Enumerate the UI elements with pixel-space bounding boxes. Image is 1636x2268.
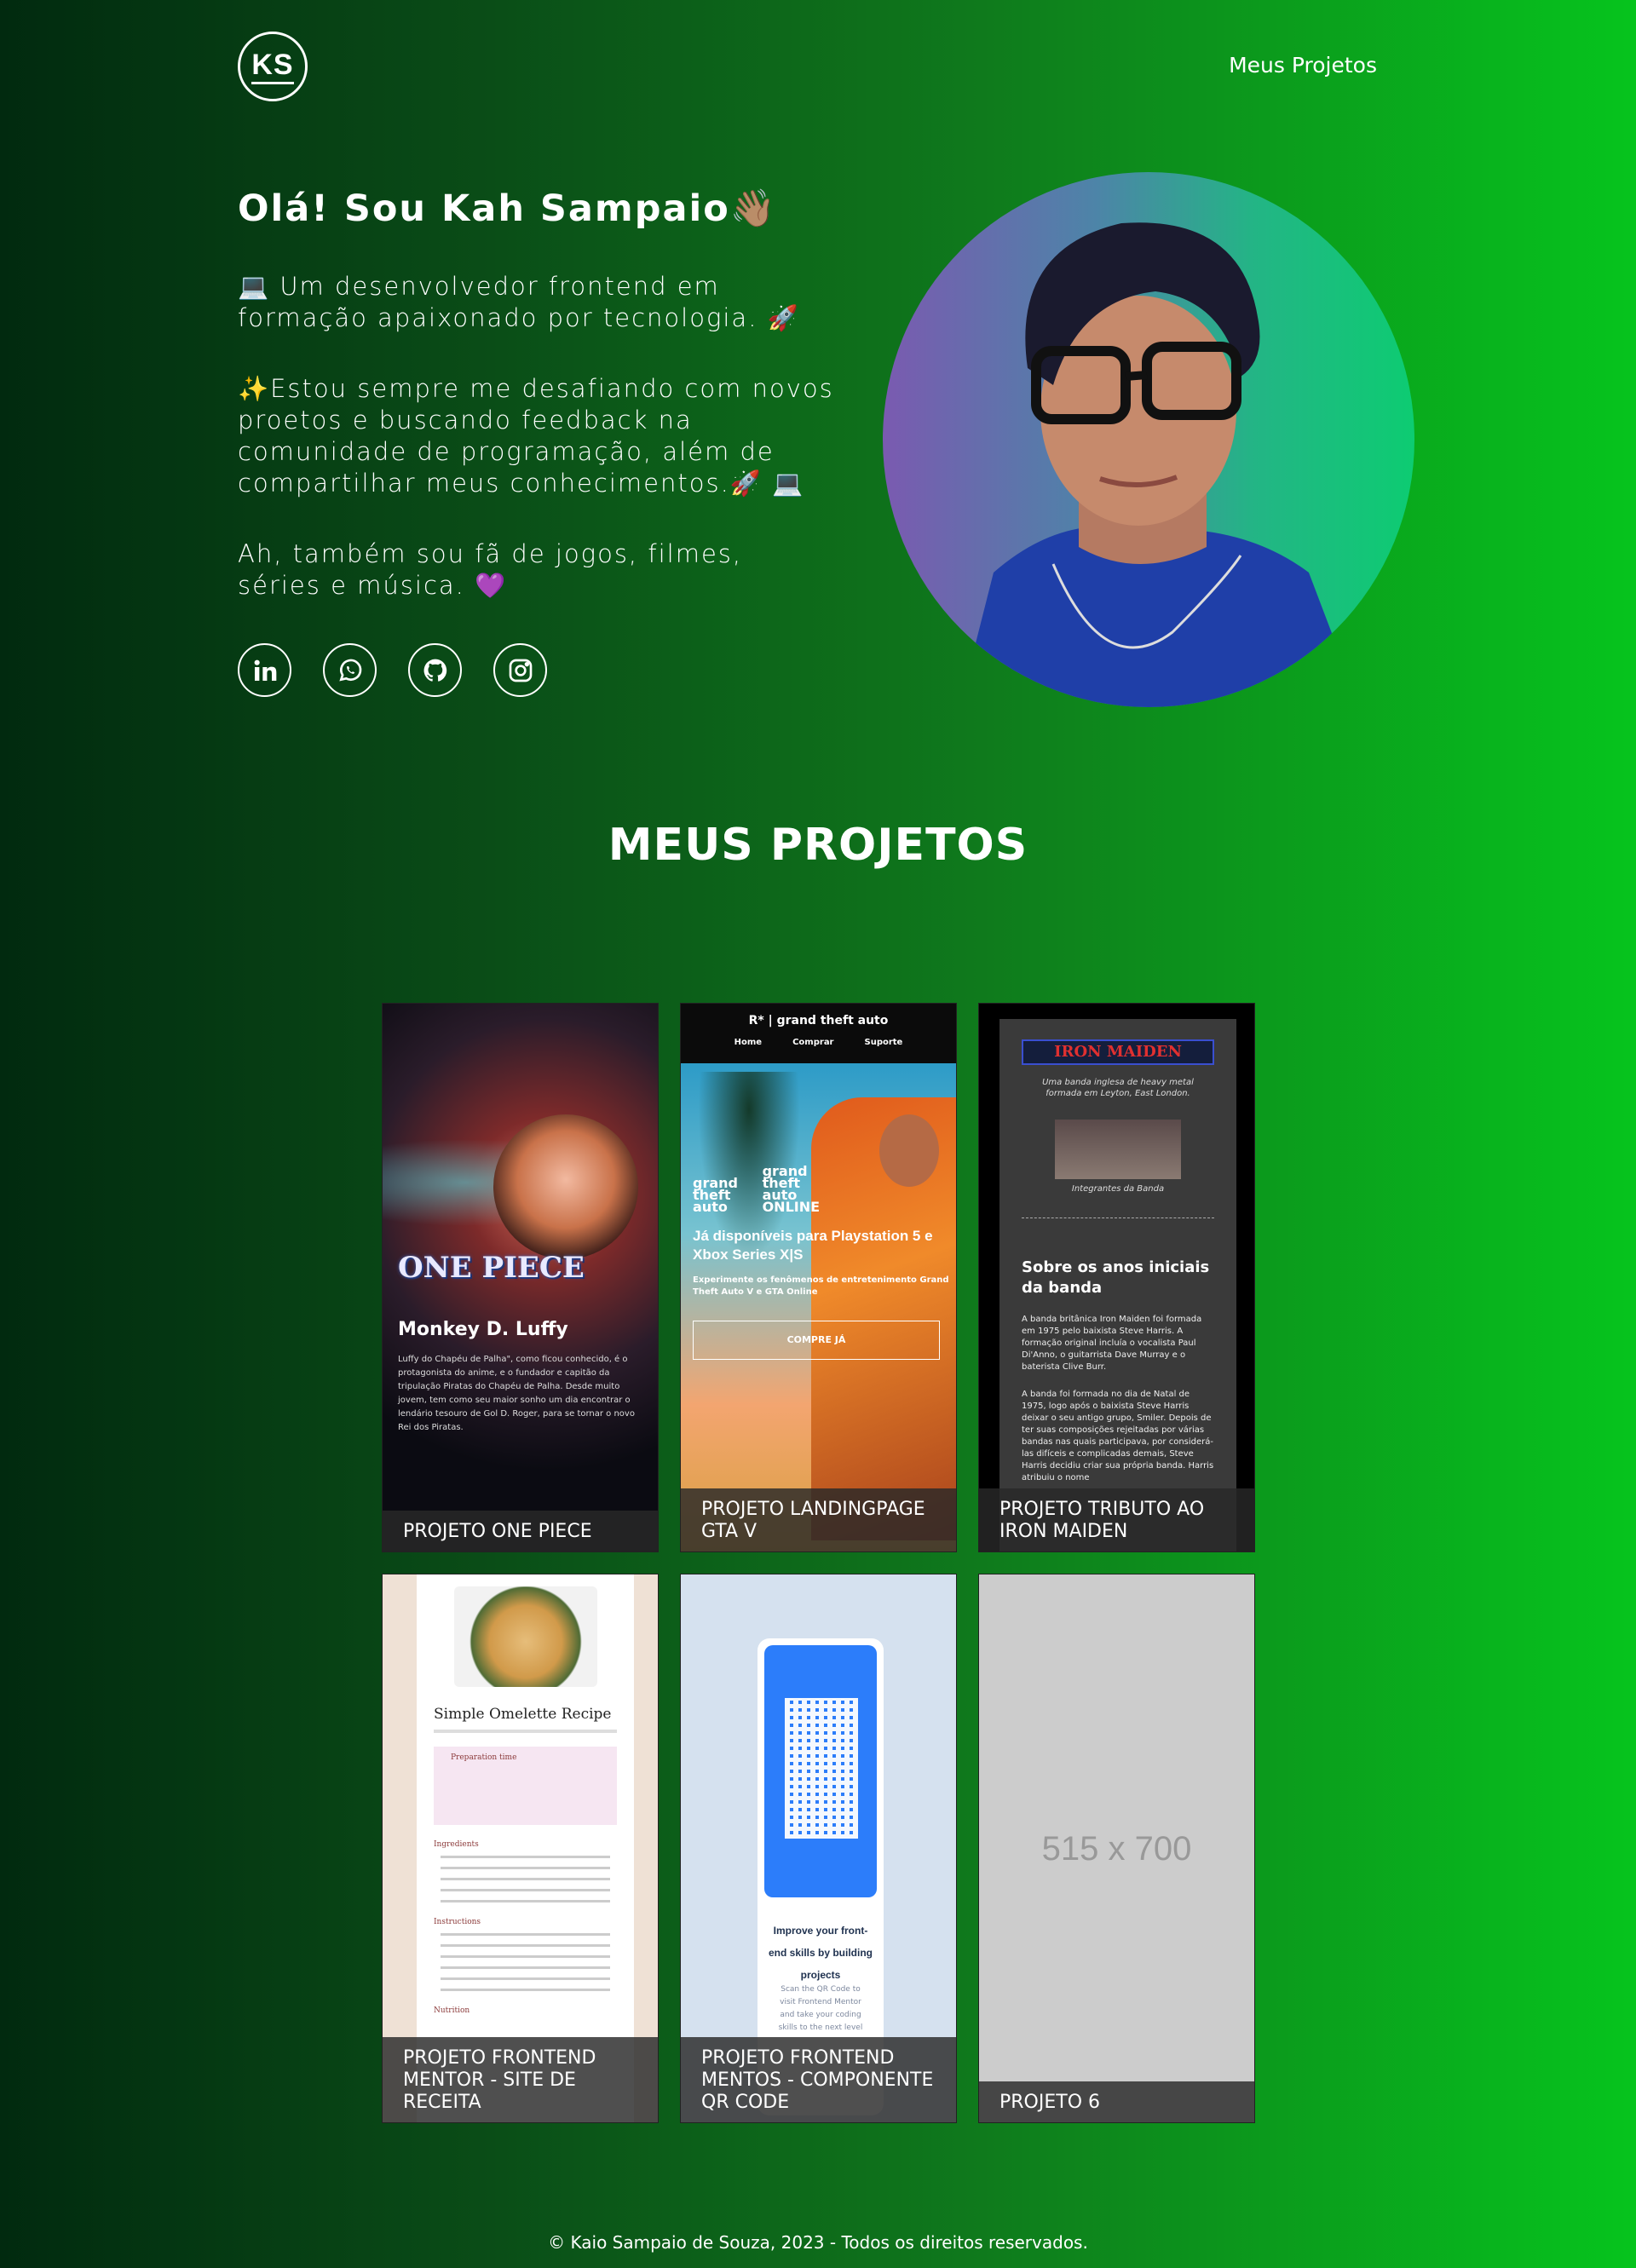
iron-maiden-desc: Uma banda inglesa de heavy metal formada… (1042, 1078, 1194, 1098)
instagram-link[interactable] (493, 643, 547, 697)
project-caption: PROJETO FRONTEND MENTOR - SITE DE RECEIT… (383, 2037, 658, 2122)
project-caption: PROJETO FRONTEND MENTOS - COMPONENTE QR … (681, 2037, 956, 2122)
one-piece-preview: ONE PIECE Monkey D. Luffy Luffy do Chapé… (383, 1004, 658, 1551)
gta-nav-home: Home (734, 1038, 763, 1047)
one-piece-logo: ONE PIECE (398, 1251, 585, 1285)
intro-section: Olá! Sou Kah Sampaio👋🏽 💻 Um desenvolvedo… (238, 187, 834, 641)
recipe-instructions-heading: Instructions (434, 1918, 481, 1926)
intro-paragraph-1: 💻 Um desenvolvedor frontend em formação … (238, 272, 800, 332)
intro-paragraph-2: ✨Estou sempre me desafiando com novos pr… (238, 374, 834, 498)
iron-maiden-logo: IRON MAIDEN (1022, 1039, 1214, 1065)
recipe-prep-heading: Preparation time (451, 1753, 517, 1762)
iron-maiden-paragraph-1: A banda britânica Iron Maiden foi formad… (1022, 1315, 1202, 1372)
gta-brand: R* | grand theft auto (748, 1014, 889, 1028)
gta-artwork (681, 1063, 956, 1551)
project-card-6[interactable]: 515 x 700 PROJETO 6 (978, 1574, 1255, 2123)
project-card-qr-code[interactable]: Improve your front-end skills by buildin… (680, 1574, 957, 2123)
recipe-nutrition-heading: Nutrition (434, 2006, 470, 2015)
intro-heading: Olá! Sou Kah Sampaio👋🏽 (238, 187, 778, 230)
project-card-recipe[interactable]: Simple Omelette Recipe Preparation time … (382, 1574, 659, 2123)
project-card-gta[interactable]: R* | grand theft auto Home Comprar Supor… (680, 1003, 957, 1552)
gta-subtext: Experimente os fenômenos de entretenimen… (693, 1275, 949, 1297)
whatsapp-icon (338, 659, 361, 681)
site-logo[interactable]: KS (238, 32, 308, 101)
profile-avatar (883, 172, 1414, 707)
placeholder-size-label: 515 x 700 (1041, 1830, 1192, 1868)
iron-maiden-paragraph-2: A banda foi formada no dia de Natal de 1… (1022, 1390, 1214, 1482)
one-piece-character-name: Monkey D. Luffy (398, 1319, 568, 1340)
project-caption: PROJETO 6 (979, 2081, 1254, 2122)
band-photo-caption: Integrantes da Banda (1071, 1184, 1165, 1194)
project-caption: PROJETO ONE PIECE (383, 1511, 658, 1551)
projects-title: MEUS PROJETOS (608, 820, 1028, 871)
project-caption: PROJETO LANDINGPAGE GTA V (681, 1488, 956, 1551)
gta-headline: Já disponíveis para Playstation 5 e Xbox… (693, 1228, 933, 1263)
project-card-iron-maiden[interactable]: IRON MAIDEN Uma banda inglesa de heavy m… (978, 1003, 1255, 1552)
gta-logos: grand theft auto grand theft auto ONLINE (693, 1163, 822, 1215)
iron-maiden-heading: Sobre os anos iniciais da banda (1022, 1258, 1210, 1297)
gta-nav-suporte: Suporte (864, 1038, 903, 1047)
qr-headline: Improve your front-end skills by buildin… (768, 1925, 873, 1981)
gta-navbar: R* | grand theft auto Home Comprar Supor… (681, 1004, 956, 1063)
project-card-one-piece[interactable]: ONE PIECE Monkey D. Luffy Luffy do Chapé… (382, 1003, 659, 1552)
footer-copyright: © Kaio Sampaio de Souza, 2023 - Todos os… (548, 2232, 1088, 2253)
omelette-image (453, 1586, 597, 1687)
luffy-image (493, 1114, 638, 1259)
qr-subtext: Scan the QR Code to visit Frontend Mento… (778, 1985, 863, 2032)
nav-link-meus-projetos[interactable]: Meus Projetos (1229, 53, 1377, 78)
instagram-icon (509, 659, 532, 682)
gta-logo-online: grand theft auto ONLINE (762, 1163, 821, 1215)
project-caption: PROJETO TRIBUTO AO IRON MAIDEN (979, 1488, 1254, 1551)
intro-paragraph-3: Ah, também sou fã de jogos, filmes, séri… (238, 539, 743, 600)
gta-nav-comprar: Comprar (792, 1038, 834, 1047)
recipe-title: Simple Omelette Recipe (434, 1706, 612, 1723)
github-icon (423, 659, 446, 682)
recipe-ingredients-heading: Ingredients (434, 1840, 479, 1849)
social-links (238, 643, 547, 697)
projects-grid: ONE PIECE Monkey D. Luffy Luffy do Chapé… (382, 1003, 1255, 2123)
whatsapp-link[interactable] (323, 643, 377, 697)
linkedin-icon (254, 659, 276, 681)
gta-logo-v: grand theft auto (693, 1175, 738, 1215)
qr-code-image (785, 1698, 858, 1839)
one-piece-description: Luffy do Chapéu de Palha", como ficou co… (398, 1355, 635, 1432)
band-photo (1055, 1120, 1181, 1179)
linkedin-link[interactable] (238, 643, 291, 697)
iron-maiden-preview: IRON MAIDEN Uma banda inglesa de heavy m… (999, 1019, 1236, 1551)
github-link[interactable] (408, 643, 462, 697)
gta-buy-button: COMPRE JÁ (693, 1321, 940, 1360)
logo-text: KS (251, 49, 294, 84)
